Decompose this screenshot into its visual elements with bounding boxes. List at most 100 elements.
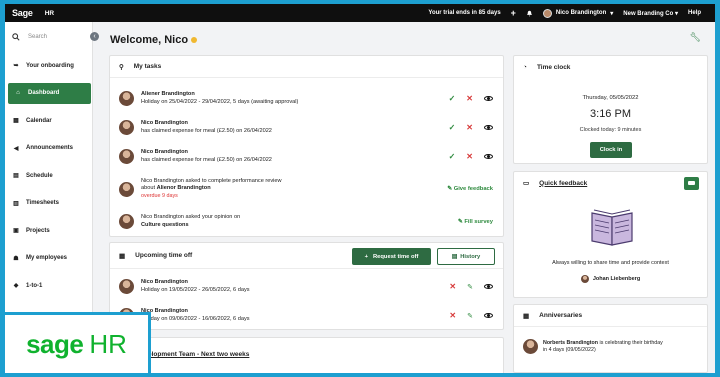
sage-logo[interactable]: Sage: [12, 8, 33, 18]
sage-hr-logo: sage HR: [5, 312, 151, 373]
view-icon[interactable]: [484, 154, 493, 159]
timesheet-icon: ▥: [13, 200, 19, 207]
feedback-bubble-icon[interactable]: [684, 177, 699, 190]
trial-notice[interactable]: Your trial ends in 85 days: [428, 10, 500, 16]
schedule-icon: ▤: [13, 173, 19, 179]
history-button[interactable]: ▤ History: [437, 248, 495, 265]
my-tasks-header: ⚲ My tasks: [110, 56, 503, 78]
sun-icon: [191, 37, 198, 43]
wrench-icon[interactable]: 🔧︎: [690, 32, 701, 43]
calendar-icon: ▦: [119, 252, 126, 260]
approve-icon[interactable]: ✓: [449, 152, 456, 161]
sidebar-item-dashboard[interactable]: ⌂ Dashboard: [8, 82, 91, 104]
sidebar-item-calendar[interactable]: ▦ Calendar: [5, 110, 92, 131]
clock-date: Thursday, 05/05/2022: [582, 95, 639, 101]
user-name: Nico Brandington: [555, 10, 607, 16]
chevron-down-icon: ▾: [610, 10, 614, 17]
feedback-prompt: Always willing to share time and provide…: [552, 260, 669, 266]
development-team-card: elopment Team - Next two weeks: [109, 337, 504, 373]
clock-time: 3:16 PM: [590, 108, 631, 120]
add-icon[interactable]: +: [511, 8, 516, 18]
avatar: [119, 91, 134, 106]
search-icon: [12, 33, 20, 41]
reject-icon[interactable]: ✕: [466, 123, 473, 132]
collapse-sidebar-button[interactable]: ‹: [90, 32, 99, 41]
chat-icon: ◆: [13, 283, 19, 289]
megaphone-icon: ◀: [13, 145, 19, 152]
calendar-icon: ▦: [13, 118, 19, 124]
development-team-title[interactable]: elopment Team - Next two weeks: [148, 351, 249, 358]
history-icon: ▤: [451, 253, 458, 260]
anniversaries-card: ▦ Anniversaries Norberts Brandington is …: [513, 304, 708, 373]
avatar: [119, 279, 134, 294]
reject-icon[interactable]: ✕: [466, 152, 473, 161]
avatar: [542, 8, 552, 18]
time-clock-header: ◔ Time clock: [523, 63, 571, 71]
task-row: Nico Brandington asked to complete perfo…: [110, 171, 503, 207]
time-clock-card: ◔ Time clock Thursday, 05/05/2022 3:16 P…: [513, 55, 708, 164]
avatar: [580, 275, 589, 283]
chat-icon: ▭: [523, 180, 530, 187]
overdue-badge: overdue 9 days: [141, 192, 178, 199]
clock-icon: ◔: [523, 63, 527, 71]
time-off-card: ▦ Upcoming time off + Request time off ▤ H…: [109, 242, 504, 330]
approve-icon[interactable]: ✓: [449, 94, 456, 103]
quick-feedback-card: ▭ Quick feedback Always willing to share…: [513, 171, 708, 298]
avatar: [119, 149, 134, 164]
view-icon[interactable]: [484, 96, 493, 101]
task-row: Nico Brandington asked your opinion on Cu…: [110, 207, 503, 236]
book-illustration: [591, 209, 633, 246]
view-icon[interactable]: [484, 284, 493, 289]
top-bar: Sage HR Your trial ends in 85 days + Nic…: [5, 4, 715, 22]
task-row: Nico Brandington has claimed expense for …: [110, 142, 503, 171]
home-icon: ⌂: [16, 90, 20, 96]
search-input[interactable]: Search: [12, 33, 92, 41]
avatar: [119, 214, 134, 229]
plus-icon: +: [364, 253, 368, 260]
user-menu[interactable]: Nico Brandington ▾: [542, 8, 614, 18]
sidebar-item-timesheets[interactable]: ▥ Timesheets: [5, 193, 92, 214]
pin-icon: ⚲: [119, 63, 124, 71]
bell-icon[interactable]: [526, 10, 533, 17]
feedback-person[interactable]: Johan Liebenberg: [514, 275, 707, 283]
edit-icon[interactable]: ✎: [467, 283, 473, 291]
time-off-row: Nico Brandington Holiday on 19/05/2022 - …: [110, 272, 503, 301]
sidebar-item-projects[interactable]: ▣ Projects: [5, 220, 92, 241]
avatar: [119, 120, 134, 135]
sidebar-item-schedule[interactable]: ▤ Schedule: [5, 165, 92, 186]
give-feedback-link[interactable]: ✎ Give feedback: [447, 186, 493, 192]
employees-icon: ☗: [13, 255, 19, 262]
reject-icon[interactable]: ✕: [466, 94, 473, 103]
page-title: Welcome, Nico: [110, 34, 198, 46]
product-name: HR: [44, 9, 55, 17]
clock-in-button[interactable]: Clock in: [590, 142, 632, 158]
view-icon[interactable]: [484, 313, 493, 318]
sidebar-nav: ➥ Your onboarding ⌂ Dashboard ▦ Calendar ◀ A…: [5, 55, 92, 296]
task-row: Nico Brandington has claimed expense for …: [110, 113, 503, 142]
sidebar-item-onboarding[interactable]: ➥ Your onboarding: [5, 55, 92, 76]
anniversaries-header: ▦ Anniversaries: [514, 305, 707, 327]
company-menu[interactable]: New Branding Co ▾: [623, 10, 678, 17]
briefcase-icon: ▣: [13, 228, 19, 234]
sidebar-item-announcements[interactable]: ◀ Announcements: [5, 138, 92, 159]
sidebar-item-my-employees[interactable]: ☗ My employees: [5, 248, 92, 269]
onboarding-icon: ➥: [13, 63, 19, 69]
cancel-icon[interactable]: ✕: [449, 282, 456, 291]
time-off-row: Nico Brandington Holiday on 09/06/2022 - …: [110, 301, 503, 330]
avatar: [119, 181, 134, 197]
view-icon[interactable]: [484, 125, 493, 130]
clocked-today: Clocked today: 9 minutes: [579, 127, 642, 133]
edit-icon[interactable]: ✎: [467, 312, 473, 320]
app-frame: Sage HR Your trial ends in 85 days + Nic…: [5, 4, 715, 373]
sidebar-item-1-to-1[interactable]: ◆ 1-to-1: [5, 275, 92, 296]
cancel-icon[interactable]: ✕: [449, 311, 456, 320]
task-row: Aliener Brandington Holiday on 25/04/2022…: [110, 84, 503, 113]
help-link[interactable]: Help: [688, 10, 701, 16]
approve-icon[interactable]: ✓: [449, 123, 456, 132]
request-time-off-button[interactable]: + Request time off: [352, 248, 431, 265]
avatar: [523, 339, 538, 354]
quick-feedback-header: ▭ Quick feedback: [523, 179, 588, 188]
fill-survey-link[interactable]: ✎ Fill survey: [458, 219, 493, 225]
my-tasks-card: ⚲ My tasks Aliener Brandington Holiday on…: [109, 55, 504, 237]
cake-icon: ▦: [523, 312, 530, 320]
